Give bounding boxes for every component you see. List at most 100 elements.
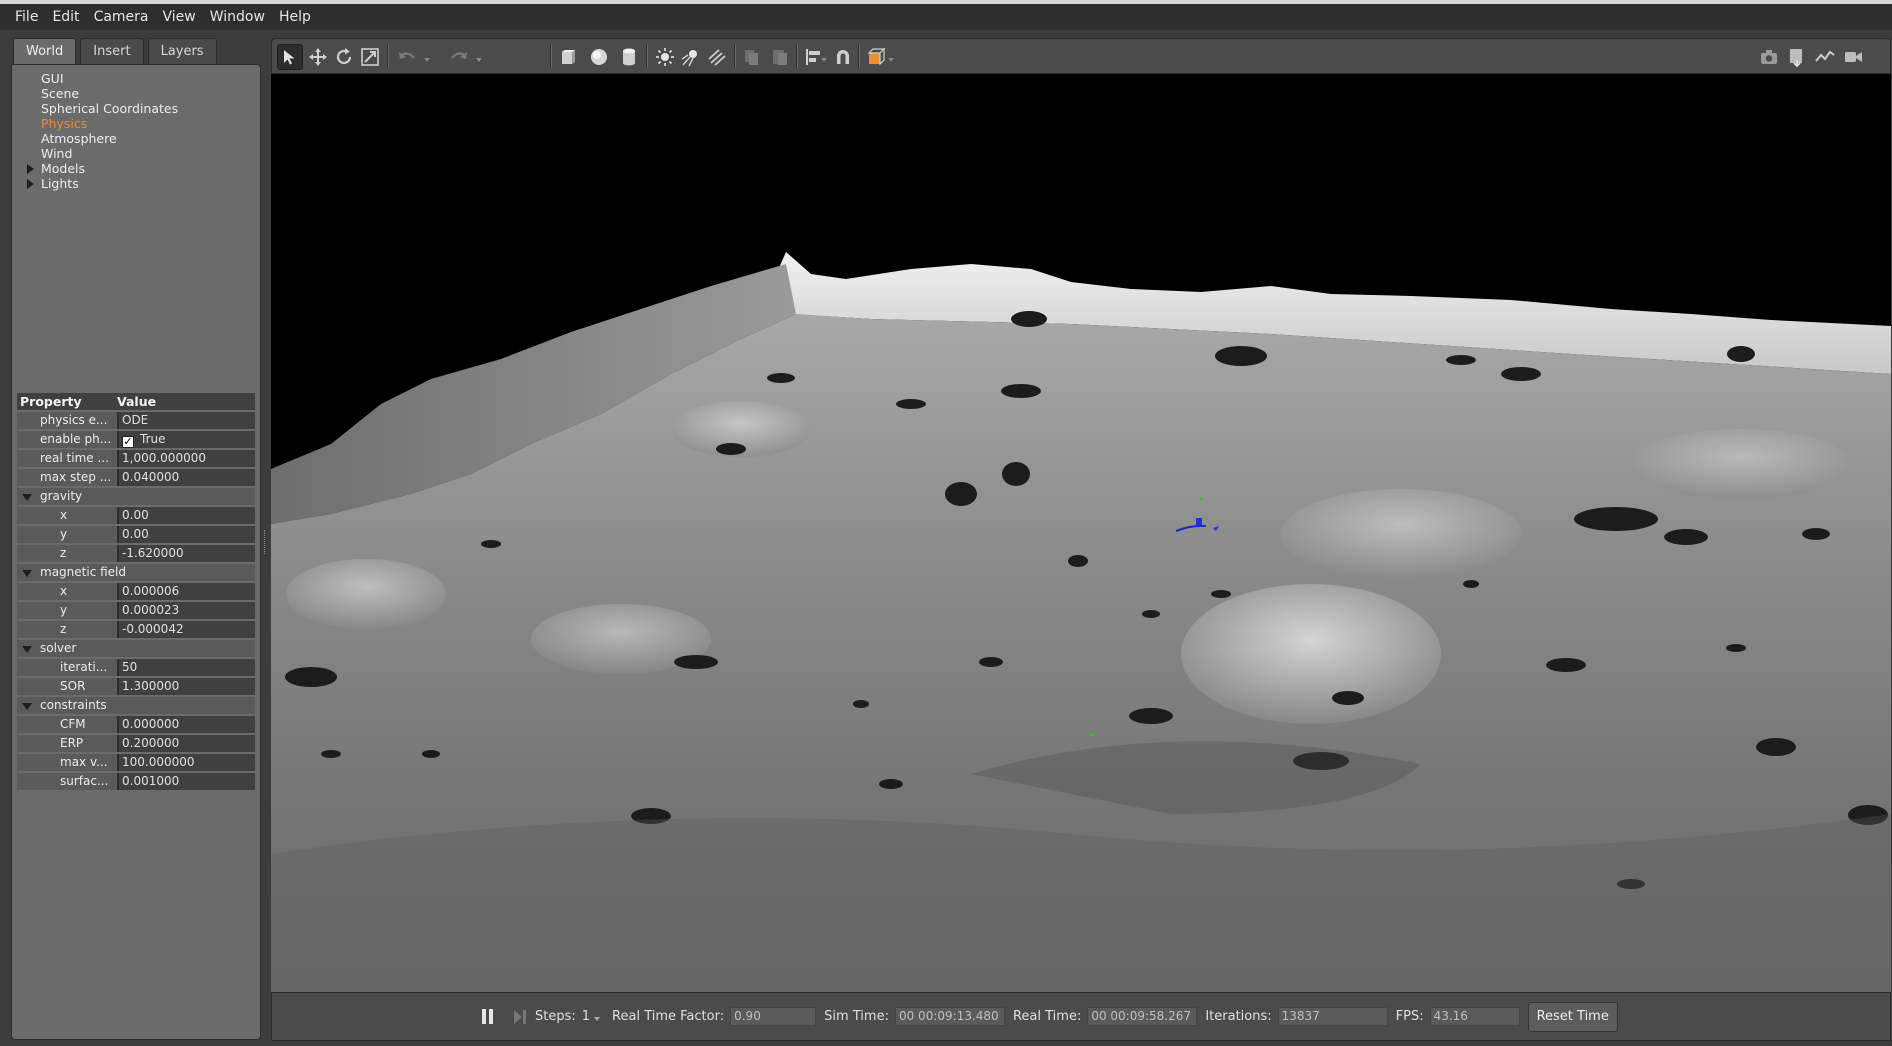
real-time-value[interactable]: 1,000.000000 — [117, 450, 255, 467]
enable-physics-checkbox[interactable]: ✓ — [122, 436, 134, 448]
tree-item-models[interactable]: Models — [12, 161, 260, 176]
surface-layer-value[interactable]: 0.001000 — [117, 773, 255, 790]
screenshot-icon[interactable] — [1756, 44, 1782, 70]
menu-view[interactable]: View — [156, 4, 203, 30]
plot-icon[interactable] — [1812, 44, 1838, 70]
tree-item-wind[interactable]: Wind — [12, 146, 260, 161]
max-velocity-value[interactable]: 100.000000 — [117, 754, 255, 771]
gravity-y-value[interactable]: 0.00 — [117, 526, 255, 543]
paste-icon[interactable] — [767, 44, 793, 70]
tab-layers[interactable]: Layers — [147, 38, 217, 64]
steps-value[interactable]: 1 — [582, 1009, 590, 1024]
undo-icon[interactable] — [394, 44, 420, 70]
tree-item-spherical-coordinates[interactable]: Spherical Coordinates — [12, 101, 260, 116]
menu-file[interactable]: File — [8, 4, 45, 30]
reset-time-button[interactable]: Reset Time — [1527, 1001, 1618, 1032]
property-row-solver-sor: SOR 1.300000 — [17, 678, 255, 695]
expand-arrow-icon[interactable] — [27, 164, 34, 174]
video-record-icon[interactable] — [1840, 44, 1866, 70]
property-row-physics-engine: physics e... ODE — [17, 412, 255, 429]
menu-help[interactable]: Help — [272, 4, 318, 30]
collapse-arrow-icon[interactable] — [22, 703, 32, 710]
translate-icon[interactable] — [305, 44, 331, 70]
enable-physics-value[interactable]: ✓ True — [117, 431, 255, 448]
property-group-constraints[interactable]: constraints — [17, 697, 255, 714]
snap-magnet-icon[interactable] — [830, 44, 856, 70]
toolbar — [271, 38, 1891, 74]
tree-item-gui[interactable]: GUI — [12, 71, 260, 86]
view-angle-dropdown-icon[interactable] — [888, 58, 894, 62]
property-group-gravity[interactable]: gravity — [17, 488, 255, 505]
cylinder-icon[interactable] — [616, 44, 642, 70]
menu-window[interactable]: Window — [203, 4, 272, 30]
property-row-max-velocity: max v... 100.000000 — [17, 754, 255, 771]
redo-icon[interactable] — [446, 44, 472, 70]
property-key: x — [17, 583, 117, 600]
property-row-gravity-y: y 0.00 — [17, 526, 255, 543]
menu-camera[interactable]: Camera — [87, 4, 156, 30]
magnetic-x-value[interactable]: 0.000006 — [117, 583, 255, 600]
physics-engine-value[interactable]: ODE — [117, 412, 255, 429]
sim-time-value: 00 00:09:13.480 — [894, 1007, 1005, 1026]
property-key: z — [17, 621, 117, 638]
collapse-arrow-icon[interactable] — [22, 646, 32, 653]
pause-icon[interactable] — [482, 1009, 493, 1024]
property-group-solver[interactable]: solver — [17, 640, 255, 657]
redo-dropdown-icon[interactable] — [476, 58, 482, 62]
property-key: ERP — [17, 735, 117, 752]
world-tree: GUI Scene Spherical Coordinates Physics … — [12, 65, 260, 191]
property-key: enable ph... — [17, 431, 117, 448]
tree-item-scene[interactable]: Scene — [12, 86, 260, 101]
magnetic-y-value[interactable]: 0.000023 — [117, 602, 255, 619]
spot-light-icon[interactable] — [678, 44, 704, 70]
tree-item-atmosphere[interactable]: Atmosphere — [12, 131, 260, 146]
real-time-factor-value: 0.90 — [730, 1007, 817, 1026]
copy-icon[interactable] — [739, 44, 765, 70]
iterations-value: 13837 — [1277, 1007, 1388, 1026]
expand-arrow-icon[interactable] — [27, 179, 34, 189]
fps-label: FPS: — [1395, 1009, 1424, 1024]
property-row-max-step: max step ... 0.040000 — [17, 469, 255, 486]
cfm-value[interactable]: 0.000000 — [117, 716, 255, 733]
property-row-enable-physics: enable ph... ✓ True — [17, 431, 255, 448]
property-row-erp: ERP 0.200000 — [17, 735, 255, 752]
directional-light-icon[interactable] — [704, 44, 730, 70]
property-row-magnetic-z: z -0.000042 — [17, 621, 255, 638]
3d-viewport[interactable] — [271, 74, 1891, 992]
collapse-arrow-icon[interactable] — [22, 494, 32, 501]
undo-dropdown-icon[interactable] — [424, 58, 430, 62]
view-angle-icon[interactable] — [863, 44, 889, 70]
align-dropdown-icon[interactable] — [821, 58, 827, 62]
property-column-header: Property — [20, 394, 82, 409]
tab-insert[interactable]: Insert — [80, 38, 144, 64]
sphere-icon[interactable] — [586, 44, 612, 70]
select-arrow-icon[interactable] — [277, 44, 303, 70]
steps-dropdown-icon[interactable] — [594, 1016, 601, 1021]
max-step-value[interactable]: 0.040000 — [117, 469, 255, 486]
menu-edit[interactable]: Edit — [45, 4, 86, 30]
align-icon[interactable] — [801, 44, 827, 70]
property-row-solver-iterations: iterati... 50 — [17, 659, 255, 676]
panel-splitter[interactable] — [264, 530, 267, 554]
magnetic-z-value[interactable]: -0.000042 — [117, 621, 255, 638]
point-light-icon[interactable] — [652, 44, 678, 70]
solver-iterations-value[interactable]: 50 — [117, 659, 255, 676]
gravity-x-value[interactable]: 0.00 — [117, 507, 255, 524]
step-icon[interactable] — [513, 1009, 527, 1025]
rotate-icon[interactable] — [331, 44, 357, 70]
collapse-arrow-icon[interactable] — [22, 570, 32, 577]
property-key: z — [17, 545, 117, 562]
log-icon[interactable] — [1784, 44, 1810, 70]
solver-sor-value[interactable]: 1.300000 — [117, 678, 255, 695]
tab-world[interactable]: World — [13, 38, 77, 64]
box-icon[interactable] — [555, 44, 581, 70]
erp-value[interactable]: 0.200000 — [117, 735, 255, 752]
property-key: y — [17, 602, 117, 619]
gravity-z-value[interactable]: -1.620000 — [117, 545, 255, 562]
real-time-value: 00 00:09:58.267 — [1087, 1007, 1198, 1026]
property-group-magnetic-field[interactable]: magnetic field — [17, 564, 255, 581]
tree-item-lights[interactable]: Lights — [12, 176, 260, 191]
tree-item-physics[interactable]: Physics — [12, 116, 260, 131]
scale-icon[interactable] — [357, 44, 383, 70]
toolbar-separator — [387, 45, 389, 69]
